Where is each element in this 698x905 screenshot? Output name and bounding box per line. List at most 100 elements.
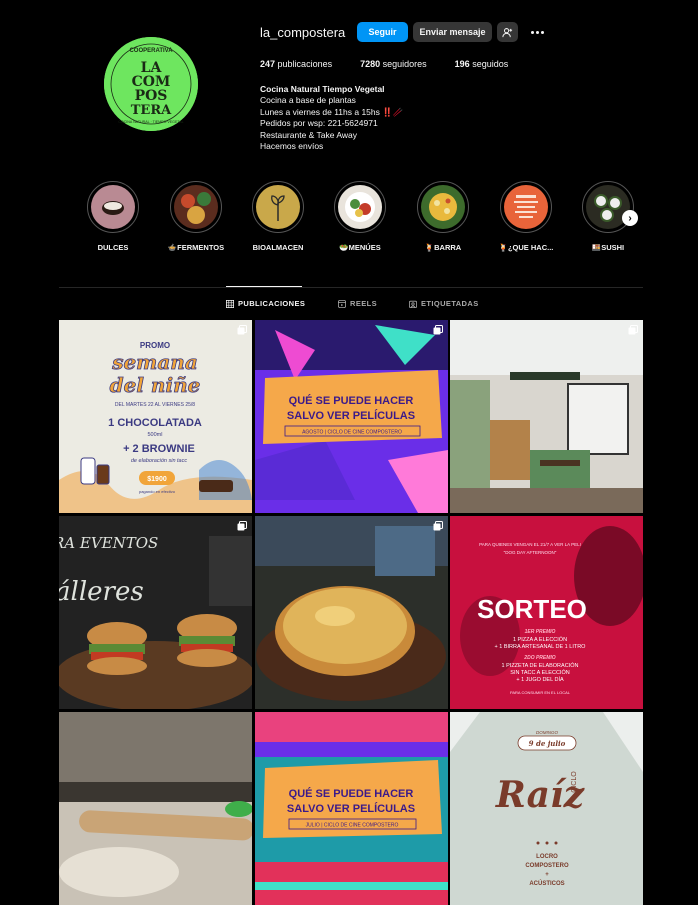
post-tile[interactable]: QUÉ SE PUEDE HACER SALVO VER PELÍCULAS J… xyxy=(255,712,448,905)
raiz-line: COMPOSTERO xyxy=(525,863,569,869)
highlights-next-button[interactable]: › xyxy=(622,210,638,226)
cine-title-2: SALVO VER PELÍCULAS xyxy=(287,802,415,815)
add-user-icon xyxy=(502,27,513,37)
post-image: QUÉ SE PUEDE HACER SALVO VER PELÍCULAS A… xyxy=(255,320,448,513)
bio-line: Lunes a viernes de 11hs a 15hs ‼️🥢 xyxy=(260,106,404,117)
post-image: RA EVENTOS álleres xyxy=(59,516,252,709)
more-options-icon[interactable] xyxy=(529,23,545,41)
cine-title-1: QUÉ SE PUEDE HACER xyxy=(289,394,414,407)
follow-button[interactable]: Seguir xyxy=(357,22,408,42)
tab-label: REELS xyxy=(350,299,378,308)
post-tile[interactable]: QUÉ SE PUEDE HACER SALVO VER PELÍCULAS A… xyxy=(255,320,448,513)
profile-username: la_compostera xyxy=(260,25,346,40)
avatar-coop-text: COOPERATIVA xyxy=(129,48,173,54)
followers-count: 7280 xyxy=(360,59,381,69)
post-tile[interactable]: PARA QUIENES VENGAN EL 21/7 A VER LA PEL… xyxy=(450,516,643,709)
suggested-users-button[interactable] xyxy=(497,22,518,42)
highlight-label: 🍹¿QUE HAC... xyxy=(498,243,554,252)
reels-icon xyxy=(338,299,346,308)
following-label: seguidos xyxy=(472,59,509,69)
profile-stats: 247 publicaciones 7280 seguidores 196 se… xyxy=(260,59,536,69)
chalkboard-text-2: álleres xyxy=(59,577,144,607)
avatar-tagline-text: COCINA NATURAL · TIEMPO VEGETAL xyxy=(118,120,183,124)
bio-line: Hacemos envíos xyxy=(260,141,324,152)
post-image xyxy=(59,712,252,905)
bio-name: Cocina Natural Tiempo Vegetal xyxy=(260,84,385,94)
chevron-right-icon: › xyxy=(628,212,632,224)
prize-2-line: 1 PIZZETA DE ELABORACIÓN xyxy=(502,662,579,669)
highlight-label: DULCES xyxy=(97,243,129,252)
raiz-line: ACÚSTICOS xyxy=(529,880,564,887)
bio-line: Cocina a base de plantas xyxy=(260,95,356,106)
highlight-cover xyxy=(174,185,218,229)
grid-icon xyxy=(226,299,234,308)
following-count: 196 xyxy=(454,59,470,69)
raiz-date: 9 de julio xyxy=(529,739,566,748)
highlight-label: BIOALMACEN xyxy=(252,243,304,252)
posts-stat: 247 publicaciones xyxy=(260,59,332,69)
raiz-line: + xyxy=(545,872,549,878)
highlight-bioalmacen[interactable]: BIOALMACEN xyxy=(248,181,308,252)
posts-count: 247 xyxy=(260,59,276,69)
highlight-cover xyxy=(421,185,465,229)
post-image: QUÉ SE PUEDE HACER SALVO VER PELÍCULAS J… xyxy=(255,712,448,905)
post-image: PROMO semana del niñe DEL MARTES 22 AL V… xyxy=(59,320,252,513)
prize-2-line: + 1 JUGO DEL DÍA xyxy=(516,676,564,683)
bio-line: Restaurante & Take Away xyxy=(260,129,358,140)
highlight-que-hacemos[interactable]: 🍹¿QUE HAC... xyxy=(496,181,556,252)
cine-footer: AGOSTO | CICLO DE CINE COMPOSTERO xyxy=(302,430,402,436)
raiz-title: Raíz xyxy=(495,774,586,816)
promo-title-1: semana xyxy=(111,350,198,374)
highlight-cover xyxy=(91,185,135,229)
post-tile[interactable]: PROMO semana del niñe DEL MARTES 22 AL V… xyxy=(59,320,252,513)
cine-title-1: QUÉ SE PUEDE HACER xyxy=(289,787,414,800)
prize-1-line: 1 PIZZA A ELECCIÓN xyxy=(513,636,567,643)
highlight-label: 🍲FERMENTOS xyxy=(167,243,225,252)
tab-publicaciones[interactable]: PUBLICACIONES xyxy=(226,299,305,308)
highlight-label: 🍱SUSHI xyxy=(591,243,625,252)
promo-price: $1900 xyxy=(147,476,167,483)
posts-label: publicaciones xyxy=(277,59,333,69)
followers-label: seguidores xyxy=(382,59,427,69)
active-tab-indicator xyxy=(226,286,302,287)
tab-label: PUBLICACIONES xyxy=(238,299,306,308)
post-tile[interactable]: DOMINGO 9 de julio CICLO Raíz LOCRO COMP… xyxy=(450,712,643,905)
post-image: PARA QUIENES VENGAN EL 21/7 A VER LA PEL… xyxy=(450,516,643,709)
followers-stat[interactable]: 7280 seguidores xyxy=(360,59,427,69)
post-image: DOMINGO 9 de julio CICLO Raíz LOCRO COMP… xyxy=(450,712,643,905)
highlight-barra[interactable]: 🍹BARRA xyxy=(413,181,473,252)
highlight-cover xyxy=(504,185,548,229)
highlight-menues[interactable]: 🥗MENÚES xyxy=(330,181,390,252)
post-tile[interactable]: RA EVENTOS álleres xyxy=(59,516,252,709)
post-tile[interactable] xyxy=(450,320,643,513)
promo-dates: DEL MARTES 22 AL VIERNES 25/8 xyxy=(115,402,195,408)
post-tile[interactable] xyxy=(255,516,448,709)
profile-bio: Cocina Natural Tiempo Vegetal Cocina a b… xyxy=(260,84,403,152)
bio-line: Pedidos por wsp: 221-5624971 xyxy=(260,118,378,129)
tab-label: ETIQUETADAS xyxy=(421,299,479,308)
highlight-label: 🍹BARRA xyxy=(424,243,462,252)
tab-etiquetadas[interactable]: ETIQUETADAS xyxy=(409,299,479,308)
prize-1-line: + 1 BIRRA ARTESANAL DE 1 LITRO xyxy=(495,644,587,650)
send-message-button[interactable]: Enviar mensaje xyxy=(413,22,492,42)
tab-reels[interactable]: REELS xyxy=(338,299,377,308)
raiz-day: DOMINGO xyxy=(536,730,558,735)
prize-2-heading: 2DO PREMIO xyxy=(523,655,556,661)
promo-item-2: + 2 BROWNIE xyxy=(123,443,195,455)
highlight-cover xyxy=(338,185,382,229)
tabs-divider xyxy=(59,287,643,288)
chalkboard-text-1: RA EVENTOS xyxy=(59,534,158,552)
avatar-tera-text: TERA xyxy=(131,103,172,118)
sorteo-footnote: PARA CONSUMIR EN EL LOCAL xyxy=(510,690,571,695)
profile-avatar[interactable]: COOPERATIVA LA COM POS TERA COCINA NATUR… xyxy=(104,37,198,131)
avatar-pos-text: POS xyxy=(135,88,168,104)
promo-title-2: del niñe xyxy=(110,373,201,397)
post-tile[interactable] xyxy=(59,712,252,905)
multiple-images-icon xyxy=(237,521,247,531)
multiple-images-icon xyxy=(237,325,247,335)
highlight-fermentos[interactable]: 🍲FERMENTOS xyxy=(166,181,226,252)
promo-price-note: pagando en efectivo xyxy=(139,489,176,494)
following-stat[interactable]: 196 seguidos xyxy=(455,59,509,69)
highlight-dulces[interactable]: DULCES xyxy=(83,181,143,252)
tagged-icon xyxy=(409,300,417,308)
